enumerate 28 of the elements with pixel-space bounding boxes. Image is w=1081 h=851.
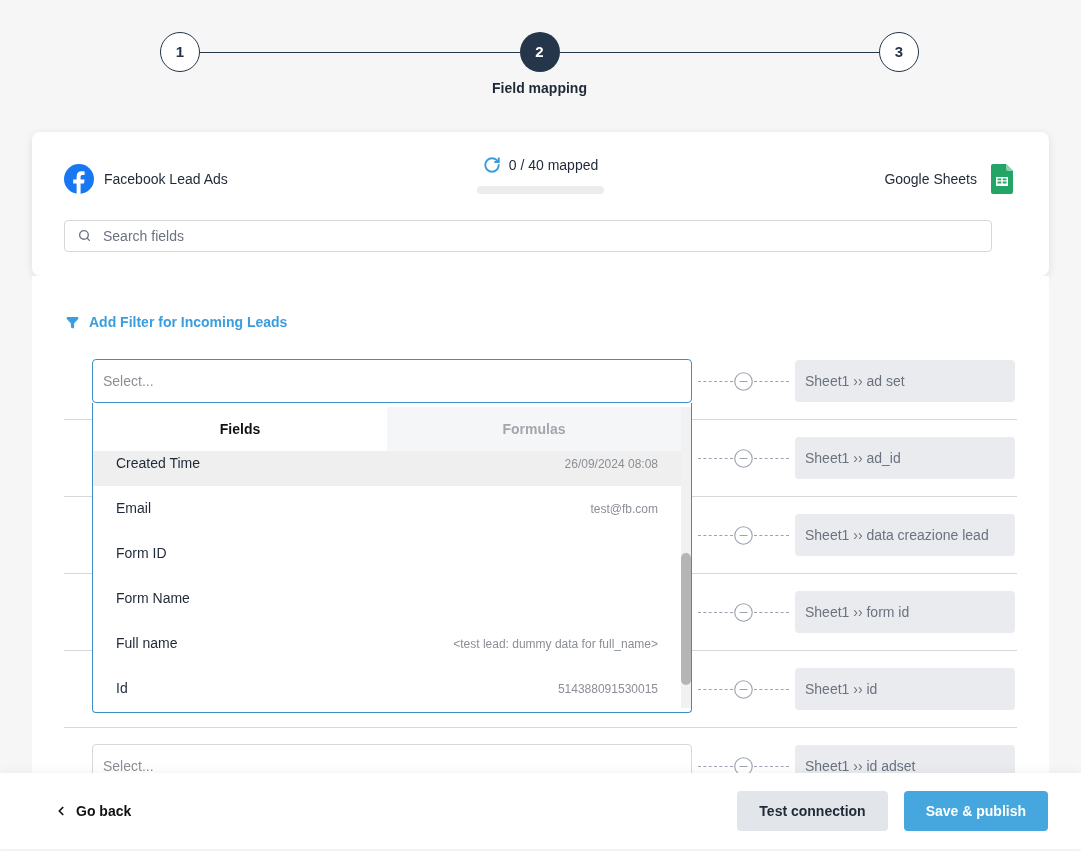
refresh-icon[interactable] [482,156,501,174]
test-button[interactable]: Test connection [737,791,888,831]
remove-mapping-icon[interactable] [733,447,754,469]
target-field: Sheet1 ›› form id [795,591,1015,633]
field-select[interactable]: Select... [92,359,692,403]
remove-mapping-icon[interactable] [733,601,754,623]
target-field: Sheet1 ›› id [795,668,1015,710]
mapped-count: 0 / 40 mapped [508,155,599,175]
remove-mapping-icon[interactable] [733,524,754,546]
search-field[interactable]: Search fields [64,220,992,252]
remove-mapping-icon[interactable] [733,370,754,392]
scrollbar-thumb[interactable] [681,553,691,685]
scrollbar[interactable] [681,407,691,708]
back-button[interactable]: Go back [54,800,132,822]
remove-mapping-icon[interactable] [733,755,754,773]
target-field: Sheet1 ›› data creazione lead [795,514,1015,556]
facebook-logo-icon [64,164,94,194]
target-field: Sheet1 ›› ad_id [795,437,1015,479]
remove-mapping-icon[interactable] [733,678,754,700]
filter-icon [66,315,79,329]
target-field: Sheet1 ›› ad set [795,360,1015,402]
spreadsheet-icon [991,164,1013,194]
dropdown-option[interactable]: Created Time 26/09/2024 08:08 [93,451,681,486]
step-label: Field mapping [492,79,587,98]
search-icon [78,229,91,242]
source-app-name: Facebook Lead Ads [104,169,228,189]
target-field: Sheet1 ›› id adset [795,745,1015,773]
destination-app-name: Google Sheets [884,169,977,189]
